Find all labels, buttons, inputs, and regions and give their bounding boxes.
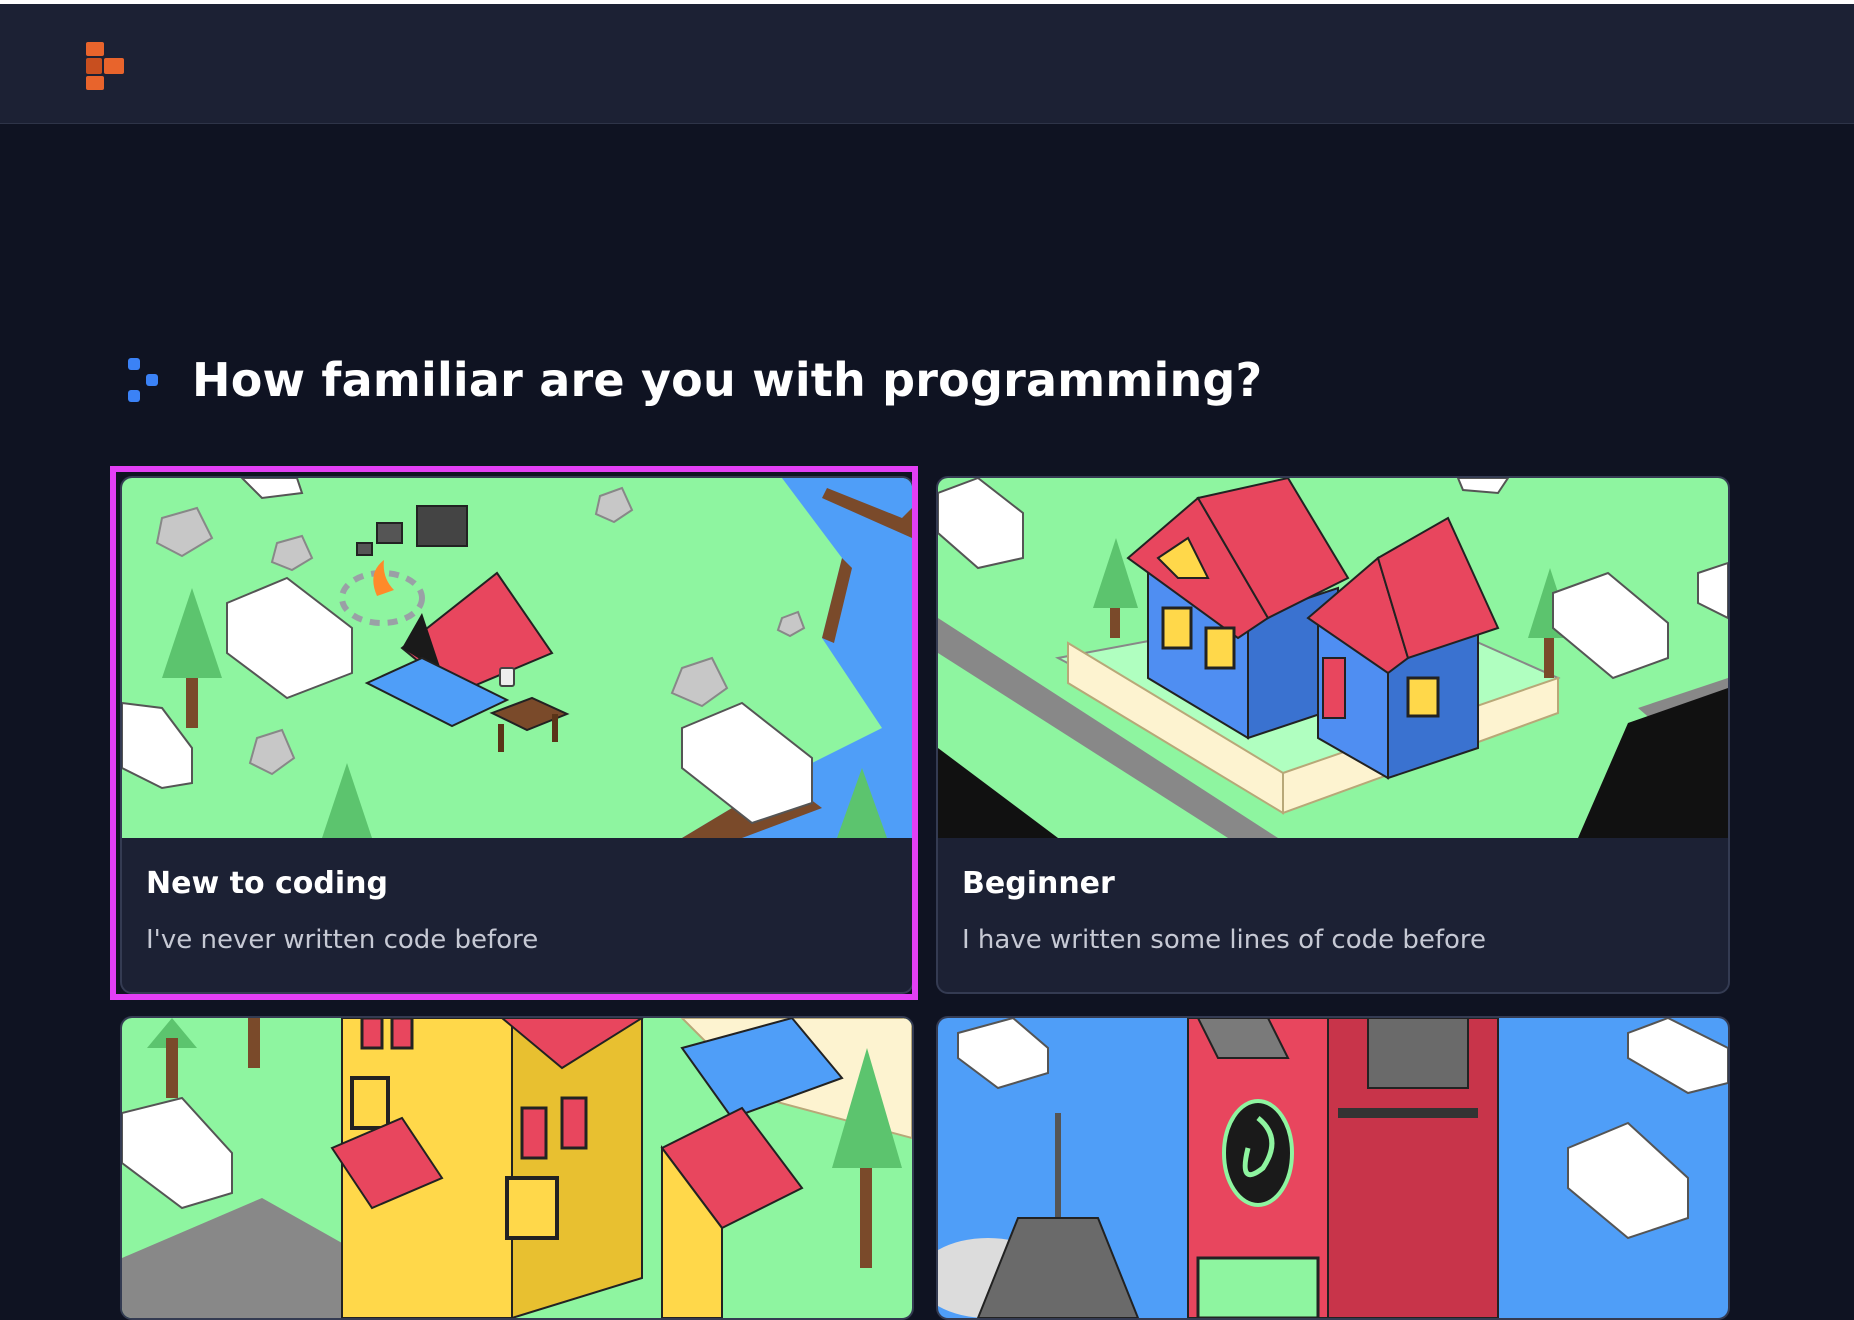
option-description: I've never written code before [146,925,539,955]
option-card-3[interactable] [120,1016,914,1320]
option-description: I have written some lines of code before [962,925,1487,955]
option-card-4[interactable] [936,1016,1730,1320]
prompt-dots-icon [128,358,158,402]
house-illustration [938,478,1728,838]
top-navbar [0,4,1854,124]
question-title: How familiar are you with programming? [192,353,1263,407]
option-card-new-to-coding[interactable]: New to coding I've never written code be… [120,476,914,994]
option-card-beginner[interactable]: Beginner I have written some lines of co… [936,476,1730,994]
mansion-illustration [122,1018,912,1318]
question-header: How familiar are you with programming? [126,345,1262,415]
tower-illustration [938,1018,1728,1318]
brand-logo-icon[interactable] [84,40,128,92]
option-title: New to coding [146,866,388,901]
campsite-illustration [122,478,912,838]
option-title: Beginner [962,866,1115,901]
